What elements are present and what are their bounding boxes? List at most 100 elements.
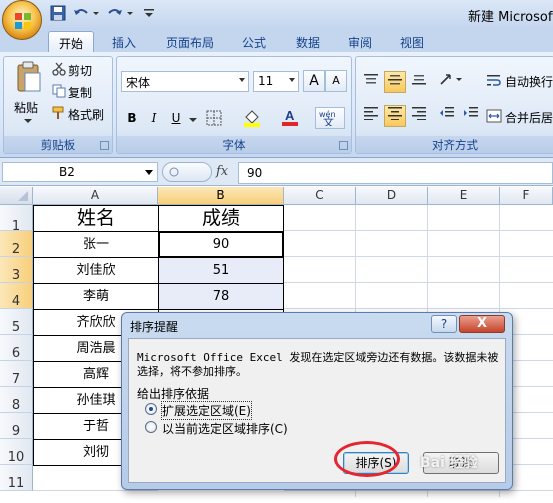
font-name-value: 宋体 [126,76,151,90]
orientation-button[interactable] [436,71,466,93]
office-button[interactable] [2,0,42,40]
row-header-6[interactable]: 6 [0,335,33,361]
underline-button[interactable]: U [165,107,187,129]
column-header-a[interactable]: A [33,187,158,205]
column-header-f[interactable]: F [500,187,553,205]
row-header-5[interactable]: 5 [0,309,33,335]
align-right-button[interactable] [408,105,430,127]
increase-indent-button[interactable] [460,105,482,127]
row-header-7[interactable]: 7 [0,361,33,387]
format-painter-label: 格式刷 [68,108,105,122]
cell-a2[interactable]: 张一 [33,231,159,258]
clipboard-group-label: 剪贴板 [4,136,112,153]
scissors-icon [52,62,66,76]
row-header-4[interactable]: 4 [0,283,33,309]
italic-button[interactable]: I [143,107,165,129]
underline-dropdown-icon[interactable] [189,113,197,122]
save-icon[interactable] [50,5,68,23]
help-button[interactable]: ? [431,315,457,333]
cell-a1[interactable]: 姓名 [33,205,159,232]
column-header-e[interactable]: E [428,187,500,205]
watermark-text: Bai 经验 [420,455,478,471]
top-align-button[interactable] [360,71,382,93]
window-title: 新建 Microsoft [468,10,553,25]
column-header-d[interactable]: D [356,187,428,205]
option-current-selection[interactable]: 以当前选定区域排序(C) [145,419,325,436]
font-color-button[interactable]: A [279,107,301,129]
tab-data[interactable]: 数据 [286,31,330,52]
row-header-2[interactable]: 2 [0,231,33,257]
phonetic-guide-button[interactable]: wén 文 [315,107,345,129]
tab-formulas[interactable]: 公式 [232,31,276,52]
annotation-circle [334,441,400,477]
column-header-c[interactable]: C [284,187,356,205]
row-header-10[interactable]: 10 [0,439,33,465]
cut-button[interactable]: 剪切 [52,61,112,79]
fill-bucket-icon [244,110,260,127]
font-name-dropdown-icon[interactable] [239,78,245,82]
cell-a3[interactable]: 刘佳欣 [33,257,159,284]
cell-b4[interactable]: 78 [158,283,284,310]
formula-input[interactable]: 90 [238,162,553,184]
insert-function-button[interactable]: fx [216,164,228,179]
bottom-align-button[interactable] [408,71,430,93]
cell-b2[interactable]: 90 [158,231,284,258]
font-launcher-icon[interactable] [339,141,348,150]
increase-indent-icon [464,107,478,117]
bold-button[interactable]: B [121,107,143,129]
name-box[interactable]: B2 [2,162,158,182]
radio-expand-selection[interactable] [145,403,157,415]
tab-home[interactable]: 开始 [48,31,95,52]
paste-button[interactable]: 粘贴 [8,59,48,133]
option-expand-selection[interactable]: 扩展选定区域(E) [145,401,305,420]
row-header-8[interactable]: 8 [0,387,33,413]
tab-insert[interactable]: 插入 [102,31,146,52]
tab-review[interactable]: 审阅 [338,31,382,52]
shrink-font-button[interactable]: A [325,70,347,92]
format-painter-button[interactable]: 格式刷 [52,105,114,123]
row-header-3[interactable]: 3 [0,257,33,283]
close-button[interactable]: X [459,315,505,333]
grow-font-button[interactable]: A [303,70,325,92]
radio-current-selection[interactable] [145,421,157,433]
top-align-icon [364,74,378,84]
decrease-indent-button[interactable] [436,105,458,127]
formula-bar-expander[interactable] [162,162,212,182]
align-center-button[interactable] [384,105,406,127]
redo-dropdown-icon[interactable] [126,5,134,23]
borders-button[interactable] [203,107,225,129]
wrap-text-button[interactable]: 自动换行 [486,71,553,91]
bottom-align-icon [412,75,426,85]
name-box-value: B2 [59,165,75,179]
cell-b1[interactable]: 成绩 [158,205,284,232]
tab-page-layout[interactable]: 页面布局 [156,31,224,52]
undo-dropdown-icon[interactable] [92,5,100,23]
font-size-combo[interactable]: 11 [253,71,299,92]
copy-label: 复制 [68,86,93,100]
row-header-11[interactable]: 11 [0,465,33,491]
select-all-corner[interactable] [0,187,33,205]
column-header-b[interactable]: B [158,187,284,205]
merge-center-button[interactable]: 合并后居 [486,107,553,127]
cell-b3[interactable]: 51 [158,257,284,284]
undo-icon[interactable] [72,5,90,23]
tab-view[interactable]: 视图 [390,31,434,52]
redo-icon[interactable] [106,5,124,23]
middle-align-button[interactable] [384,71,406,93]
align-center-icon [388,107,402,121]
title-bar: 新建 Microsoft [0,0,553,28]
font-size-dropdown-icon[interactable] [289,78,295,82]
fill-color-button[interactable] [241,107,263,129]
option-expand-label: 扩展选定区域(E) [161,401,252,420]
clipboard-launcher-icon[interactable] [100,141,109,150]
align-right-icon [412,107,426,121]
align-left-button[interactable] [360,105,382,127]
row-header-9[interactable]: 9 [0,413,33,439]
cell-a4[interactable]: 李萌 [33,283,159,310]
copy-button[interactable]: 复制 [52,83,112,101]
font-size-value: 11 [258,74,274,88]
row-header-1[interactable]: 1 [0,205,33,234]
customize-qat-icon[interactable] [142,5,160,23]
name-box-dropdown-icon[interactable] [145,170,153,175]
font-name-combo[interactable]: 宋体 [121,71,249,92]
